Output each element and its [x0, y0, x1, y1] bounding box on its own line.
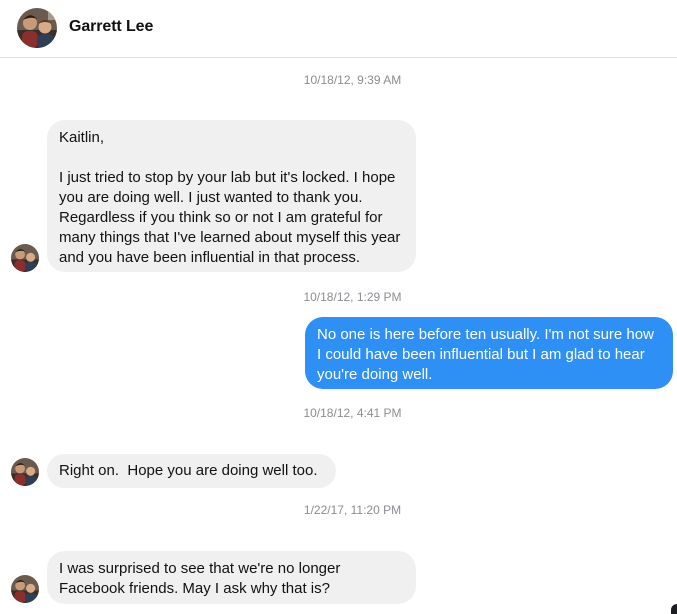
- conversation-header: Garrett Lee: [0, 0, 677, 58]
- incoming-message-bubble[interactable]: I was surprised to see that we're no lon…: [47, 551, 416, 604]
- message-text: I was surprised to see that we're no lon…: [59, 560, 345, 597]
- message-timestamp: 10/18/12, 4:41 PM: [303, 406, 402, 420]
- profile-photo-icon: [11, 244, 39, 272]
- window-corner: [671, 604, 677, 614]
- message-text: No one is here before ten usually. I'm n…: [317, 326, 659, 383]
- message-greeting: Kaitlin,: [59, 129, 105, 146]
- message-text: I just tried to stop by your lab but it'…: [59, 169, 405, 266]
- message-timestamp: 10/18/12, 9:39 AM: [303, 73, 402, 87]
- message-timestamp: 10/18/12, 1:29 PM: [303, 290, 402, 304]
- sender-avatar: [11, 575, 39, 603]
- profile-photo-icon: [11, 575, 39, 603]
- incoming-message-bubble[interactable]: Kaitlin, I just tried to stop by your la…: [47, 120, 416, 272]
- conversation-window: Garrett Lee 10/18/12, 9:39 AM Kaitlin, I…: [0, 0, 677, 614]
- sender-avatar: [11, 458, 39, 486]
- outgoing-message-bubble[interactable]: No one is here before ten usually. I'm n…: [305, 317, 673, 389]
- sender-avatar: [11, 244, 39, 272]
- profile-photo-icon: [17, 8, 57, 48]
- incoming-message-bubble[interactable]: Right on. Hope you are doing well too.: [47, 454, 336, 488]
- message-timestamp: 1/22/17, 11:20 PM: [303, 503, 402, 517]
- contact-name[interactable]: Garrett Lee: [69, 18, 153, 36]
- profile-photo-icon: [11, 458, 39, 486]
- message-text: Right on. Hope you are doing well too.: [59, 462, 318, 479]
- avatar[interactable]: [17, 8, 57, 48]
